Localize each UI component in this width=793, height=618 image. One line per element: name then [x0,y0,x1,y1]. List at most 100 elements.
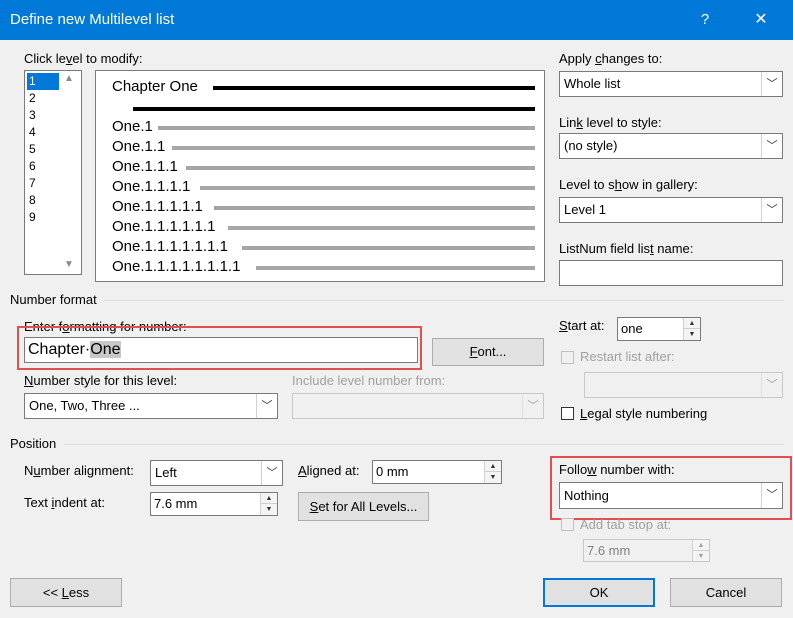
number-style-select[interactable]: One, Two, Three ... ﹀ [24,393,278,419]
preview-bar [256,266,535,270]
preview-line-5: One.1.1.1.1 [112,178,191,195]
spin-down-icon[interactable]: ▼ [684,329,700,340]
chevron-down-icon[interactable]: ﹀ [761,72,782,96]
chevron-down-icon[interactable]: ﹀ [761,483,782,508]
font-button[interactable]: Font... [432,338,544,366]
close-icon[interactable]: ✕ [746,5,776,35]
scroll-up-icon[interactable]: ▲ [64,73,74,84]
spin-up-icon[interactable]: ▲ [693,540,709,551]
restart-list-label: Restart list after: [580,349,675,364]
preview-bar [200,186,535,190]
preview-line-6: One.1.1.1.1.1 [112,198,203,215]
legal-style-checkbox[interactable] [561,407,574,420]
add-tab-stop-checkbox[interactable] [561,518,574,531]
ok-button[interactable]: OK [543,578,655,607]
number-alignment-select[interactable]: Left ﹀ [150,460,283,486]
apply-changes-value: Whole list [564,76,621,91]
link-level-select[interactable]: (no style) ﹀ [559,133,783,159]
level-item-1[interactable]: 1 [27,73,59,90]
add-tab-stop-input[interactable]: 7.6 mm ▲ ▼ [583,539,710,562]
start-at-label: Start at: [559,318,605,333]
spin-up-icon[interactable]: ▲ [261,493,277,504]
aligned-at-label: Aligned at: [298,463,360,478]
chevron-down-icon[interactable]: ﹀ [256,394,277,418]
apply-changes-select[interactable]: Whole list ﹀ [559,71,783,97]
add-tab-stop-spinner[interactable]: ▲ ▼ [692,540,709,561]
start-at-input[interactable]: one ▲ ▼ [617,317,701,341]
follow-number-label: Follow number with: [559,462,675,477]
spin-down-icon[interactable]: ▼ [261,504,277,515]
title-bar: Define new Multilevel list ? ✕ [0,0,793,40]
chevron-down-icon[interactable]: ﹀ [261,461,282,485]
add-tab-stop-value: 7.6 mm [587,543,631,558]
level-item-5[interactable]: 5 [27,141,59,158]
highlight-box [17,326,422,370]
legal-style-label: Legal style numbering [580,406,708,421]
preview-line-3: One.1.1 [112,138,166,155]
restart-list-checkbox[interactable] [561,351,574,364]
preview-line-1: Chapter One [112,78,198,95]
preview-line-7: One.1.1.1.1.1.1 [112,218,216,235]
preview-line-9: One.1.1.1.1.1.1.1.1 [112,258,241,275]
level-item-6[interactable]: 6 [27,158,59,175]
listnum-label: ListNum field list name: [559,241,694,256]
follow-number-select[interactable]: Nothing ﹀ [559,482,783,509]
chevron-down-icon[interactable]: ﹀ [522,394,543,418]
cancel-button[interactable]: Cancel [670,578,782,607]
text-indent-value: 7.6 mm [154,496,198,511]
chevron-down-icon[interactable]: ﹀ [761,373,782,397]
divider [64,444,784,445]
gallery-level-select[interactable]: Level 1 ﹀ [559,197,783,223]
number-alignment-value: Left [155,465,177,480]
position-heading: Position [10,436,57,451]
number-style-value: One, Two, Three ... [29,398,140,413]
restart-after-select[interactable]: ﹀ [584,372,783,398]
text-indent-spinner[interactable]: ▲ ▼ [260,493,277,515]
aligned-at-value: 0 mm [376,464,409,479]
spin-up-icon[interactable]: ▲ [485,461,501,472]
preview-bar [133,107,535,111]
levels-label: Click level to modify: [24,51,143,66]
spin-down-icon[interactable]: ▼ [693,550,709,561]
start-at-value: one [621,321,643,336]
link-level-value: (no style) [564,138,618,153]
less-button[interactable]: << Less [10,578,122,607]
text-indent-input[interactable]: 7.6 mm ▲ ▼ [150,492,278,516]
follow-number-value: Nothing [564,488,609,503]
apply-changes-label: Apply changes to: [559,51,663,66]
level-item-2[interactable]: 2 [27,90,59,107]
include-level-select[interactable]: ﹀ [292,393,544,419]
level-item-3[interactable]: 3 [27,107,59,124]
preview-line-8: One.1.1.1.1.1.1.1 [112,238,228,255]
listnum-input[interactable] [559,260,783,286]
help-button[interactable]: ? [690,5,720,35]
divider [104,300,784,301]
dialog-title: Define new Multilevel list [10,11,175,28]
start-at-spinner[interactable]: ▲ ▼ [683,318,700,340]
level-item-4[interactable]: 4 [27,124,59,141]
number-alignment-label: Number alignment: [24,463,134,478]
aligned-at-spinner[interactable]: ▲ ▼ [484,461,501,483]
multilevel-list-dialog: Define new Multilevel list ? ✕ Click lev… [0,0,793,618]
aligned-at-input[interactable]: 0 mm ▲ ▼ [372,460,502,484]
level-item-8[interactable]: 8 [27,192,59,209]
chevron-down-icon[interactable]: ﹀ [761,198,782,222]
chevron-down-icon[interactable]: ﹀ [761,134,782,158]
add-tab-stop-label: Add tab stop at: [580,517,672,532]
gallery-level-value: Level 1 [564,202,606,217]
spin-down-icon[interactable]: ▼ [485,472,501,483]
link-level-label: Link level to style: [559,115,662,130]
list-preview: Chapter One One.1 One.1.1 One.1.1.1 One.… [95,70,545,282]
set-for-all-levels-button[interactable]: Set for All Levels... [298,492,429,521]
preview-bar [214,206,535,210]
preview-line-2: One.1 [112,118,153,135]
level-item-7[interactable]: 7 [27,175,59,192]
level-listbox[interactable]: 1 2 3 4 5 6 7 8 9 ▲ ▼ [24,70,82,275]
scroll-down-icon[interactable]: ▼ [64,259,74,270]
preview-bar [158,126,535,130]
spin-up-icon[interactable]: ▲ [684,318,700,329]
text-indent-label: Text indent at: [24,495,105,510]
gallery-level-label: Level to show in gallery: [559,177,698,192]
level-item-9[interactable]: 9 [27,209,59,226]
preview-bar [242,246,535,250]
